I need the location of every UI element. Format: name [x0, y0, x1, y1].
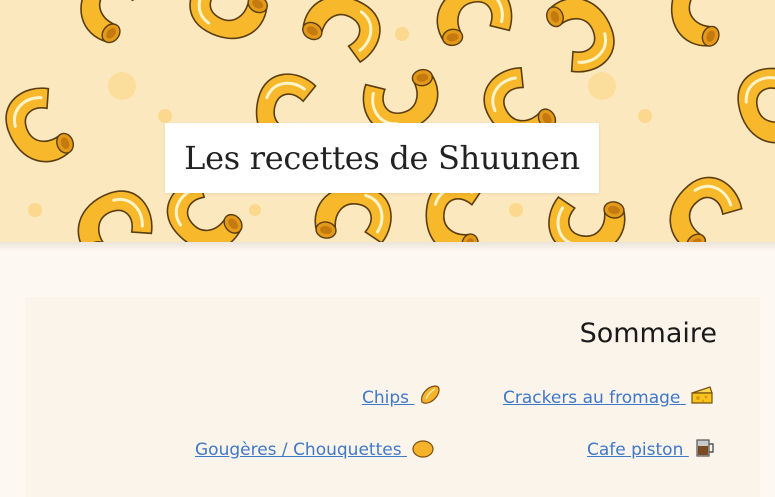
toc-link-chips[interactable]: Chips	[362, 384, 442, 411]
toc-link-crackers[interactable]: Crackers au fromage	[503, 384, 714, 411]
toc-heading: Sommaire	[579, 318, 717, 349]
banner-shadow	[0, 242, 775, 252]
site-title-box: Les recettes de Shuunen	[165, 123, 599, 193]
toc-link-label: Crackers au fromage	[503, 388, 681, 408]
toc-link-label: Cafe piston	[587, 440, 684, 460]
site-title: Les recettes de Shuunen	[184, 139, 580, 177]
toc-link-label: Gougères / Chouquettes	[195, 440, 402, 460]
chips-icon	[418, 384, 442, 411]
header-banner	[0, 0, 775, 242]
macaroni-pattern	[0, 0, 775, 242]
cheese-icon	[690, 384, 714, 411]
toc-link-label: Chips	[362, 388, 410, 408]
